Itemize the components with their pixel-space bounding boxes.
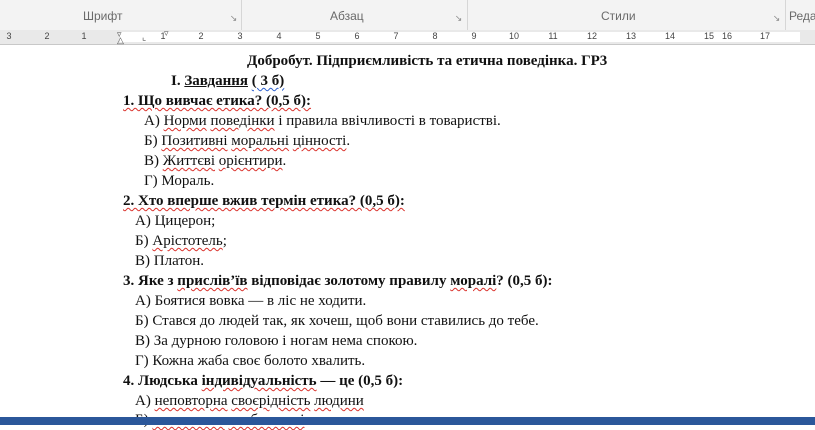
answer-1c: В) Життєві орієнтири. bbox=[144, 152, 286, 171]
ribbon-separator bbox=[785, 0, 786, 30]
ruler-number: 8 bbox=[432, 31, 438, 41]
question-text: 1. Що вивчає етика? (0,5 б): bbox=[123, 93, 312, 109]
answer-prefix: В) bbox=[144, 153, 163, 169]
question-word: моралі bbox=[450, 273, 497, 289]
question-text: відповідає золотому правилу bbox=[247, 273, 451, 289]
question-text: 2. Хто вперше вжив термін етика? (0,5 б)… bbox=[123, 193, 405, 209]
answer-text: . bbox=[282, 153, 287, 169]
document-page[interactable]: Добробут. Підприємливість та етична пове… bbox=[0, 45, 815, 428]
ruler-number: 3 bbox=[6, 31, 12, 41]
ruler-number: 2 bbox=[198, 31, 204, 41]
answer-word: орієнтири bbox=[218, 153, 283, 169]
ribbon-group-paragraph-label: Абзац bbox=[330, 9, 364, 23]
document-title: Добробут. Підприємливість та етична пове… bbox=[247, 53, 608, 69]
answer-word: неповторна bbox=[154, 393, 228, 409]
question-text: — це (0,5 б): bbox=[316, 373, 404, 389]
answer-prefix: А) bbox=[135, 393, 155, 409]
paragraph-indent-icon[interactable]: ▿ bbox=[164, 29, 169, 38]
ribbon-separator bbox=[241, 0, 242, 30]
answer-4a: А) неповторна своєрідність людини bbox=[135, 392, 364, 411]
ruler-number: 14 bbox=[664, 31, 676, 41]
answer-word: поведінки bbox=[210, 113, 275, 129]
answer-prefix: Б) bbox=[144, 133, 162, 149]
ruler-number: 10 bbox=[508, 31, 520, 41]
answer-prefix: А) bbox=[144, 113, 164, 129]
answer-word: Життєві bbox=[162, 153, 216, 169]
answer-3b: Б) Стався до людей так, як хочеш, щоб во… bbox=[135, 313, 539, 329]
answer-word: Арістотель bbox=[152, 233, 223, 249]
answer-1d: Г) Мораль. bbox=[144, 173, 215, 189]
ribbon-group-labels: Шрифт ↘ Абзац ↘ Стили ↘ Реда bbox=[0, 0, 815, 31]
ruler-number: 12 bbox=[586, 31, 598, 41]
ruler-number: 17 bbox=[759, 31, 771, 41]
question-3: 3. Яке з прислів’їв відповідає золотому … bbox=[123, 272, 553, 291]
ruler-text-area bbox=[120, 32, 800, 42]
ribbon-group-editing-label: Реда bbox=[789, 9, 815, 23]
answer-text: . bbox=[346, 133, 351, 149]
answer-1a: А) Норми поведінки і правила ввічливості… bbox=[144, 112, 501, 131]
question-2: 2. Хто вперше вжив термін етика? (0,5 б)… bbox=[123, 192, 405, 211]
answer-3a: А) Боятися вовка — в ліс не ходити. bbox=[135, 293, 367, 309]
ruler-number: 2 bbox=[44, 31, 50, 41]
ribbon-group-font-label: Шрифт bbox=[83, 9, 123, 23]
question-4: 4. Людська індивідуальність — це (0,5 б)… bbox=[123, 372, 403, 391]
answer-3d: Г) Кожна жаба своє болото хвалить. bbox=[135, 353, 366, 369]
section-heading: I. Завдання ( 3 б) bbox=[171, 72, 284, 91]
answer-text: ; bbox=[222, 233, 227, 249]
question-1: 1. Що вивчає етика? (0,5 б): bbox=[123, 92, 311, 111]
question-word: прислів’їв bbox=[177, 273, 248, 289]
ribbon-group-styles-label: Стили bbox=[601, 9, 636, 23]
section-points: ( 3 б) bbox=[251, 73, 285, 89]
answer-1b: Б) Позитивні моральні цінності. bbox=[144, 132, 350, 151]
answer-word: цінності bbox=[292, 133, 347, 149]
answer-prefix: Б) bbox=[135, 233, 153, 249]
answer-word: Норми bbox=[163, 113, 207, 129]
answer-2c: В) Платон. bbox=[135, 253, 204, 269]
ruler-number: 6 bbox=[354, 31, 360, 41]
question-text: ? (0,5 б): bbox=[496, 273, 553, 289]
answer-word: своєрідність bbox=[231, 393, 311, 409]
ruler-number: 9 bbox=[471, 31, 477, 41]
question-text: 3. Яке з bbox=[123, 273, 178, 289]
ruler-number: 11 bbox=[548, 31, 558, 41]
ruler-number: 5 bbox=[315, 31, 321, 41]
answer-2b: Б) Арістотель; bbox=[135, 232, 227, 251]
ruler-number: 13 bbox=[625, 31, 637, 41]
ruler-number: 7 bbox=[393, 31, 399, 41]
answer-word: моральні bbox=[231, 133, 290, 149]
answer-word: людини bbox=[314, 393, 364, 409]
hanging-indent-icon[interactable]: △ bbox=[117, 36, 124, 45]
section-roman: I. bbox=[171, 73, 181, 89]
ruler-number: 4 bbox=[276, 31, 282, 41]
question-text: 4. Людська bbox=[123, 373, 202, 389]
answer-3c: В) За дурною головою і ногам нема спокою… bbox=[135, 333, 418, 349]
font-dialog-launcher-icon[interactable]: ↘ bbox=[229, 14, 238, 23]
horizontal-ruler[interactable]: 3 2 1 1 2 3 4 5 6 7 8 9 10 11 12 13 14 1… bbox=[0, 29, 815, 45]
ruler-number: 3 bbox=[237, 31, 243, 41]
styles-dialog-launcher-icon[interactable]: ↘ bbox=[772, 14, 781, 23]
ruler-number: 1 bbox=[81, 31, 87, 41]
answer-text: і правила ввічливості в товаристві. bbox=[274, 113, 501, 129]
status-bar bbox=[0, 417, 815, 425]
section-label: Завдання bbox=[184, 73, 248, 89]
answer-word: Позитивні bbox=[161, 133, 228, 149]
paragraph-dialog-launcher-icon[interactable]: ↘ bbox=[454, 14, 463, 23]
answer-2a: А) Цицерон; bbox=[135, 213, 216, 229]
ruler-number: 15 bbox=[703, 31, 715, 41]
ribbon-separator bbox=[467, 0, 468, 30]
ruler-number: 16 bbox=[721, 31, 733, 41]
tab-stop-icon[interactable]: ⌞ bbox=[142, 33, 146, 42]
question-word: індивідуальність bbox=[201, 373, 317, 389]
